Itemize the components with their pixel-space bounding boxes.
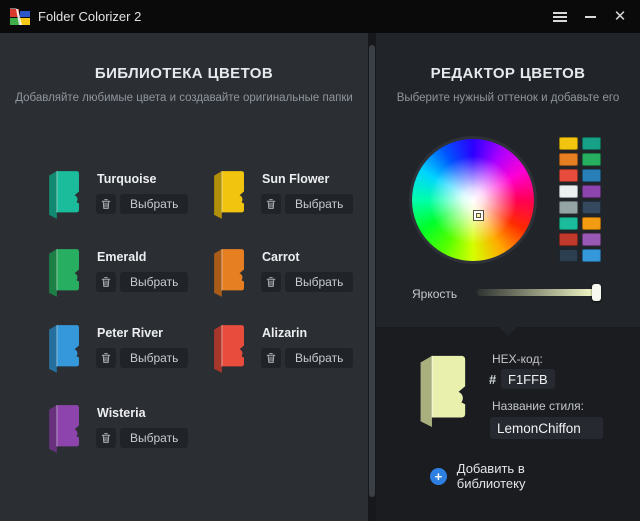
delete-color-button[interactable] — [96, 348, 116, 368]
library-item-sun-flower: Sun Flower Выбрать — [209, 168, 369, 240]
trash-icon — [100, 432, 112, 444]
color-swatch[interactable] — [559, 169, 578, 182]
library-item-alizarin: Alizarin Выбрать — [209, 322, 369, 394]
color-swatch[interactable] — [559, 153, 578, 166]
trash-icon — [100, 276, 112, 288]
color-swatch[interactable] — [559, 201, 578, 214]
library-subtitle: Добавляйте любимые цвета и создавайте ор… — [0, 92, 368, 104]
delete-color-button[interactable] — [261, 194, 281, 214]
color-swatch[interactable] — [582, 137, 601, 150]
color-swatch[interactable] — [582, 185, 601, 198]
close-icon: ✕ — [614, 9, 627, 24]
style-name-label: Название стиля: — [492, 399, 584, 413]
folder-icon — [44, 322, 81, 374]
color-name: Peter River — [97, 326, 163, 340]
color-name: Alizarin — [262, 326, 307, 340]
app-window: Folder Colorizer 2 ✕ БИБЛИОТЕКА ЦВЕТОВ Д… — [0, 0, 640, 521]
trash-icon — [265, 276, 277, 288]
section-notch — [499, 327, 517, 336]
color-name: Sun Flower — [262, 172, 329, 186]
library-item-carrot: Carrot Выбрать — [209, 246, 369, 318]
select-color-button[interactable]: Выбрать — [285, 272, 353, 292]
color-name: Carrot — [262, 250, 300, 264]
close-button[interactable]: ✕ — [604, 0, 636, 33]
select-color-button[interactable]: Выбрать — [120, 194, 188, 214]
folder-icon — [44, 402, 81, 454]
library-title: БИБЛИОТЕКА ЦВЕТОВ — [0, 65, 368, 82]
select-color-button[interactable]: Выбрать — [120, 272, 188, 292]
delete-color-button[interactable] — [96, 428, 116, 448]
brightness-slider-thumb[interactable] — [592, 284, 601, 301]
color-wheel[interactable] — [409, 136, 537, 264]
hex-code-input[interactable] — [501, 369, 555, 389]
add-to-library-button[interactable]: + Добавить в библиотеку — [430, 463, 595, 489]
window-title: Folder Colorizer 2 — [38, 9, 141, 24]
minimize-button[interactable] — [574, 0, 606, 33]
folder-icon — [209, 168, 246, 220]
select-color-button[interactable]: Выбрать — [120, 428, 188, 448]
library-item-turquoise: Turquoise Выбрать — [44, 168, 204, 240]
hamburger-icon — [553, 12, 567, 22]
trash-icon — [100, 352, 112, 364]
trash-icon — [265, 198, 277, 210]
select-color-button[interactable]: Выбрать — [285, 194, 353, 214]
editor-title: РЕДАКТОР ЦВЕТОВ — [376, 65, 640, 82]
folder-icon — [44, 246, 81, 298]
delete-color-button[interactable] — [96, 272, 116, 292]
scrollbar-thumb[interactable] — [369, 45, 375, 497]
hex-code-label: HEX-код: — [492, 352, 543, 366]
app-logo-icon — [9, 6, 31, 26]
color-name: Emerald — [97, 250, 146, 264]
color-swatch[interactable] — [582, 233, 601, 246]
folder-icon — [209, 322, 246, 374]
hash-prefix: # — [489, 372, 496, 387]
color-swatch[interactable] — [559, 233, 578, 246]
delete-color-button[interactable] — [261, 348, 281, 368]
library-item-peter-river: Peter River Выбрать — [44, 322, 204, 394]
plus-icon: + — [430, 468, 447, 485]
title-bar: Folder Colorizer 2 ✕ — [0, 0, 640, 33]
color-wheel-cursor[interactable] — [474, 211, 483, 220]
trash-icon — [100, 198, 112, 210]
library-item-emerald: Emerald Выбрать — [44, 246, 204, 318]
add-to-library-label: Добавить в библиотеку — [457, 461, 595, 491]
delete-color-button[interactable] — [261, 272, 281, 292]
menu-button[interactable] — [544, 0, 576, 33]
folder-icon — [209, 246, 246, 298]
color-swatch[interactable] — [582, 153, 601, 166]
delete-color-button[interactable] — [96, 194, 116, 214]
style-name-input[interactable] — [490, 417, 603, 439]
brightness-slider-track[interactable] — [477, 289, 595, 296]
preset-swatch-grid — [559, 137, 601, 262]
library-scrollbar[interactable] — [368, 33, 376, 521]
folder-icon — [44, 168, 81, 220]
color-swatch[interactable] — [559, 185, 578, 198]
select-color-button[interactable]: Выбрать — [120, 348, 188, 368]
color-name: Wisteria — [97, 406, 146, 420]
select-color-button[interactable]: Выбрать — [285, 348, 353, 368]
color-swatch[interactable] — [582, 201, 601, 214]
color-swatch[interactable] — [582, 217, 601, 230]
editor-subtitle: Выберите нужный оттенок и добавьте его — [376, 92, 640, 104]
trash-icon — [265, 352, 277, 364]
color-swatch[interactable] — [559, 217, 578, 230]
color-swatch[interactable] — [582, 169, 601, 182]
library-item-wisteria: Wisteria Выбрать — [44, 402, 204, 474]
color-name: Turquoise — [97, 172, 157, 186]
minimize-icon — [585, 16, 596, 18]
color-swatch[interactable] — [559, 137, 578, 150]
color-swatch[interactable] — [582, 249, 601, 262]
color-swatch[interactable] — [559, 249, 578, 262]
folder-preview-icon — [413, 351, 468, 429]
brightness-label: Яркость — [412, 287, 457, 301]
